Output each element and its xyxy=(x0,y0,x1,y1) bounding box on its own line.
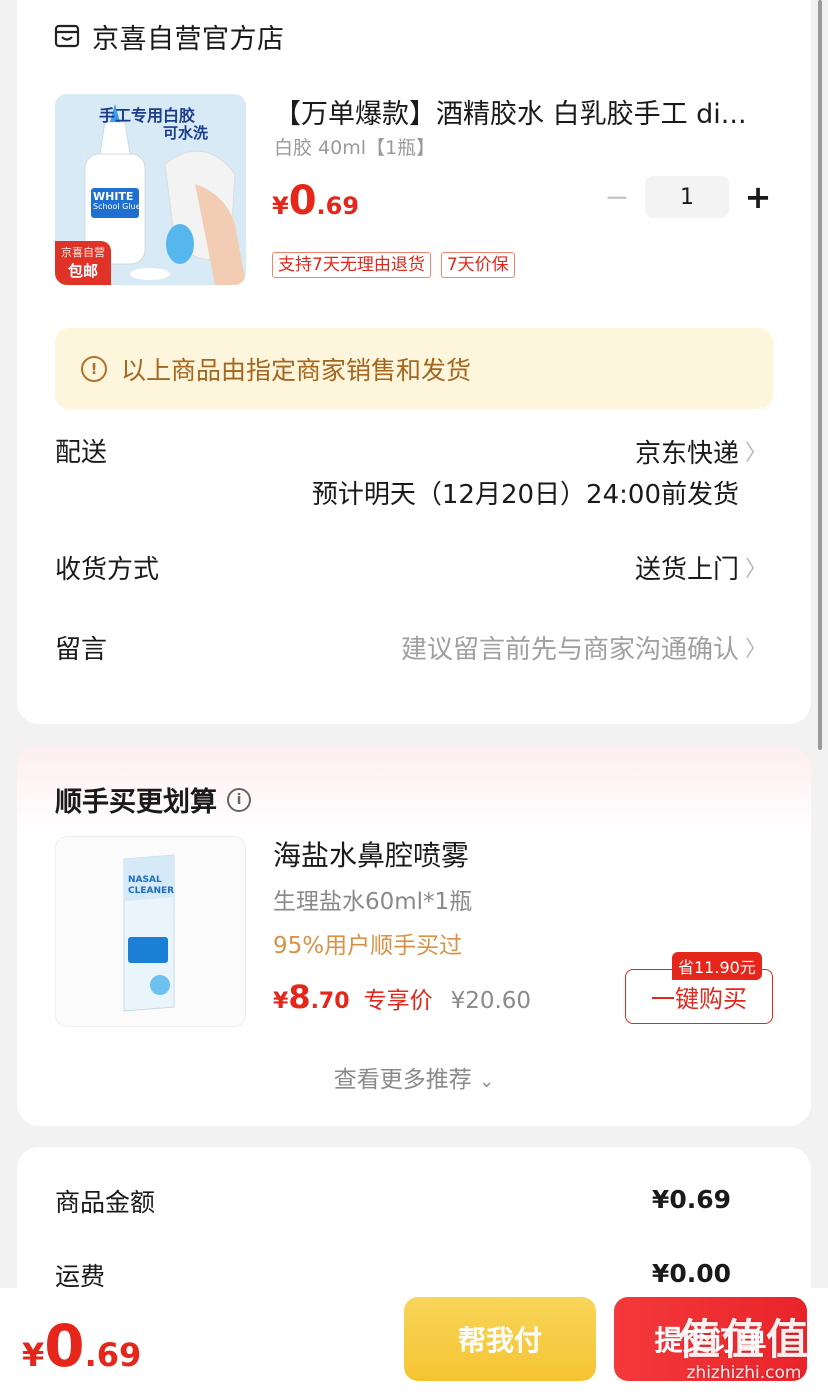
tag-return: 支持7天无理由退货 xyxy=(272,252,431,278)
recommend-item-name[interactable]: 海盐水鼻腔喷雾 xyxy=(273,834,469,874)
chevron-right-icon[interactable]: 〉 xyxy=(745,435,767,467)
store-card: 京喜自营官方店 手工专用白胶 可水洗 WHITE School Glue 京喜自… xyxy=(17,0,811,724)
seller-notice: ! 以上商品由指定商家销售和发货 xyxy=(55,328,773,409)
minus-icon[interactable]: − xyxy=(602,177,632,217)
product-price: ¥0.69 xyxy=(272,178,360,224)
product-title[interactable]: 【万单爆款】酒精胶水 白乳胶手工 di... xyxy=(274,92,774,131)
service-tags: 支持7天无理由退货 7天价保 xyxy=(272,252,515,278)
goods-amount-value: ¥0.69 xyxy=(651,1185,731,1214)
receive-value[interactable]: 送货上门 xyxy=(635,549,739,586)
goods-amount-label: 商品金额 xyxy=(55,1188,156,1217)
exclusive-price-label: 专享价 xyxy=(363,988,433,1014)
product-image[interactable]: 手工专用白胶 可水洗 WHITE School Glue 京喜自营 包邮 xyxy=(55,94,246,285)
recommend-price: ¥8.70 专享价 ¥20.60 xyxy=(273,978,532,1016)
product-spec[interactable]: 白胶 40ml【1瓶】 xyxy=(274,133,435,160)
original-price: ¥20.60 xyxy=(450,988,532,1014)
store-name: 京喜自营官方店 xyxy=(92,23,285,55)
recommend-image-label: NASAL CLEANER xyxy=(128,875,175,896)
receive-label: 收货方式 xyxy=(55,555,160,585)
chevron-right-icon[interactable]: 〉 xyxy=(745,631,767,663)
recommend-title: 顺手买更划算 i xyxy=(55,780,251,819)
delivery-label: 配送 xyxy=(55,438,108,468)
recommend-image[interactable]: NASAL CLEANER xyxy=(55,836,246,1027)
chevron-down-icon: ⌄ xyxy=(479,1071,495,1092)
plus-icon[interactable]: + xyxy=(743,177,773,217)
notice-text: 以上商品由指定商家销售和发货 xyxy=(121,355,472,385)
shipping-fee-value: ¥0.00 xyxy=(651,1259,731,1288)
free-shipping-badge: 京喜自营 包邮 xyxy=(55,241,111,285)
recommend-item-spec: 生理盐水60ml*1瓶 xyxy=(273,889,473,915)
recommend-card: 顺手买更划算 i NASAL CLEANER 海盐水鼻腔喷雾 生理盐水60ml*… xyxy=(17,746,811,1126)
store-icon xyxy=(54,24,80,48)
store-header[interactable]: 京喜自营官方店 xyxy=(54,18,285,55)
delivery-carrier[interactable]: 京东快递 xyxy=(635,433,739,470)
more-recommend-link[interactable]: 查看更多推荐 ⌄ xyxy=(17,1060,811,1094)
quantity-stepper: − 1 + xyxy=(602,176,773,218)
tag-price-protect: 7天价保 xyxy=(440,252,515,278)
info-icon[interactable]: i xyxy=(227,787,251,812)
image-sublabel: School Glue xyxy=(93,202,141,211)
delivery-estimate: 预计明天（12月20日）24:00前发货 xyxy=(311,480,739,510)
help-pay-button[interactable]: 帮我付 xyxy=(404,1297,596,1381)
message-input[interactable]: 建议留言前先与商家沟通确认 xyxy=(401,629,739,666)
chevron-right-icon[interactable]: 〉 xyxy=(745,551,767,583)
info-icon: ! xyxy=(81,355,107,382)
watermark: 值值值 zhizhizhi.com xyxy=(677,1315,810,1383)
save-badge: 省11.90元 xyxy=(672,952,762,980)
image-caption-2: 可水洗 xyxy=(163,124,209,142)
total-price: ¥0.69 xyxy=(22,1312,142,1380)
quantity-input[interactable]: 1 xyxy=(645,176,729,218)
scrollbar[interactable] xyxy=(818,0,822,750)
recommend-buyers: 95%用户顺手买过 xyxy=(273,933,463,959)
message-label: 留言 xyxy=(55,635,108,665)
